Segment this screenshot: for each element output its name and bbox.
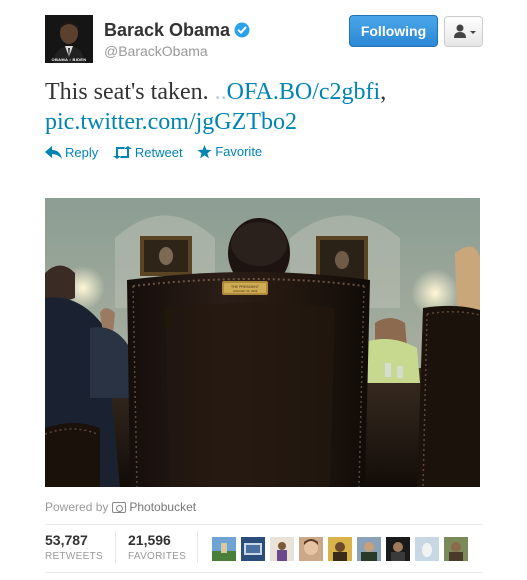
user-handle[interactable]: @BarackObama [104, 43, 208, 59]
favorites-label: FAVORITES [128, 551, 187, 562]
favoriter-avatar[interactable] [328, 537, 352, 561]
retweets-stat[interactable]: 53,787 RETWEETS [45, 532, 103, 562]
star-icon [197, 144, 212, 158]
favoriter-avatar[interactable] [241, 537, 265, 561]
powered-by-prefix: Powered by [45, 500, 109, 514]
user-actions-button[interactable] [444, 16, 483, 47]
following-button[interactable]: Following [349, 15, 438, 47]
favoriter-avatar[interactable] [357, 537, 381, 561]
favorites-stat[interactable]: 21,596 FAVORITES [128, 532, 186, 562]
favoriter-avatar[interactable] [270, 537, 294, 561]
plaque-line2: JANUARY 20, 2009 [233, 289, 258, 293]
favoriters-list [212, 537, 473, 561]
retweet-icon [112, 145, 132, 159]
photobucket-icon [112, 501, 127, 513]
reply-label: Reply [65, 144, 99, 160]
divider [45, 524, 483, 525]
link-separator: , [380, 79, 387, 105]
powered-by: Powered by Photobucket [45, 500, 196, 514]
favorite-label: Favorite [215, 144, 263, 159]
retweets-count: 53,787 [45, 532, 88, 548]
retweet-button[interactable]: Retweet [112, 144, 183, 160]
tweet-text: This seat's taken. ..OFA.BO/c2gbfi, pic.… [45, 77, 505, 137]
favoriter-avatar[interactable] [444, 537, 468, 561]
link-ellipsis[interactable]: .. [215, 79, 227, 105]
avatar[interactable] [45, 15, 93, 63]
tweet-actions: Reply Retweet Favorite [45, 144, 273, 162]
tweet-text-body: This seat's taken. [45, 79, 215, 105]
favoriter-avatar[interactable] [386, 537, 410, 561]
tweet-link-pic[interactable]: pic.twitter.com/jgGZTbo2 [45, 109, 297, 135]
verified-badge-icon [234, 22, 250, 38]
tweet-photo[interactable]: THE PRESIDENT JANUARY 20, 2009 [45, 198, 480, 487]
stat-divider [115, 531, 116, 563]
reply-button[interactable]: Reply [45, 145, 98, 160]
avatar-caption: OBAMA • BIDEN [51, 57, 87, 62]
retweet-label: Retweet [134, 144, 183, 160]
photobucket-link[interactable]: Photobucket [129, 500, 196, 514]
favoriter-avatar[interactable] [415, 537, 439, 561]
favorites-count: 21,596 [128, 532, 171, 548]
reply-icon [45, 145, 62, 159]
user-dropdown-icon [454, 24, 476, 38]
tweet-link-ofa[interactable]: OFA.BO/c2gbfi [227, 79, 381, 105]
user-name[interactable]: Barack Obama [104, 20, 230, 41]
favorite-button[interactable]: Favorite [197, 144, 262, 159]
retweets-label: RETWEETS [45, 551, 103, 562]
favoriter-avatar[interactable] [212, 537, 236, 561]
favoriter-avatar[interactable] [299, 537, 323, 561]
stat-divider [197, 531, 198, 563]
divider [45, 572, 483, 573]
